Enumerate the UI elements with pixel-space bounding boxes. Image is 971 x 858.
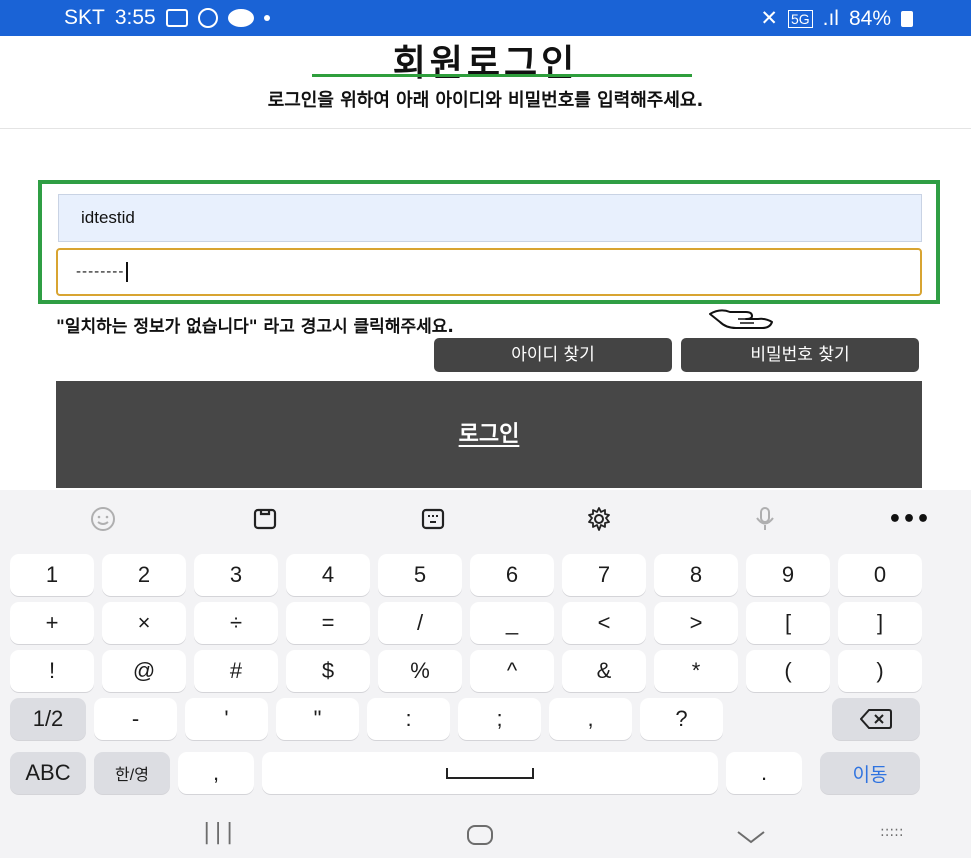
- signal-icon: .ıl: [822, 6, 839, 30]
- header-divider: [0, 128, 971, 129]
- keyboard-toolbar: •••: [0, 490, 971, 546]
- key-row4-3[interactable]: ": [276, 698, 359, 740]
- emoji-icon[interactable]: [86, 504, 120, 534]
- key-row3-9[interactable]: ): [838, 650, 922, 692]
- key-row1-2[interactable]: 3: [194, 554, 278, 596]
- image-icon: [165, 9, 188, 27]
- key-row1-5[interactable]: 6: [470, 554, 554, 596]
- find-id-button[interactable]: 아이디 찾기: [434, 338, 672, 372]
- warning-instruction: "일치하는 정보가 없습니다" 라고 경고시 클릭해주세요.: [56, 317, 454, 337]
- key-row3-0[interactable]: !: [10, 650, 94, 692]
- key-row3-4[interactable]: %: [378, 650, 462, 692]
- battery-label: 84%: [848, 6, 891, 30]
- keyboard-switch-icon[interactable]: :::::: [880, 824, 904, 840]
- home-icon[interactable]: [466, 824, 494, 846]
- password-input[interactable]: --------: [56, 248, 922, 296]
- key-row3-5[interactable]: ^: [470, 650, 554, 692]
- key-row3-2[interactable]: #: [194, 650, 278, 692]
- key-row3-6[interactable]: &: [562, 650, 646, 692]
- mic-icon[interactable]: [748, 504, 782, 534]
- on-screen-keyboard: ••• 1 2 3 4 5 6 7 8 9 0 + × ÷ = / _ < >[]! @ # $% ^ & *() - ' ":;,…: [0, 490, 971, 858]
- carrier-label: SKT: [64, 6, 105, 29]
- pointing-hand-icon: [709, 309, 773, 329]
- space-key[interactable]: [262, 752, 718, 794]
- backspace-icon: [860, 709, 892, 729]
- space-icon: [446, 768, 534, 779]
- clock: 3:55: [114, 6, 156, 29]
- backspace-key[interactable]: [832, 698, 920, 740]
- find-password-button[interactable]: 비밀번호 찾기: [681, 338, 919, 372]
- navigation-bar: ||| :::::: [0, 810, 971, 858]
- key-row3-1[interactable]: @: [102, 650, 186, 692]
- key-row4-4[interactable]: :: [367, 698, 450, 740]
- key-row3-3[interactable]: $: [286, 650, 370, 692]
- login-button[interactable]: 로그인: [56, 381, 922, 488]
- network-label: 5G: [787, 9, 813, 28]
- status-bar: SKT 3:55 ✕ 5G .ıl 84%: [0, 0, 971, 36]
- clipboard-icon[interactable]: [248, 504, 282, 534]
- page-subtitle: 로그인을 위하여 아래 아이디와 비밀번호를 입력해주세요.: [267, 90, 704, 111]
- comma-key[interactable]: ,: [178, 752, 254, 794]
- period-key[interactable]: .: [726, 752, 802, 794]
- key-row1-4[interactable]: 5: [378, 554, 462, 596]
- key-row4-5[interactable]: ;: [458, 698, 541, 740]
- key-row1-6[interactable]: 7: [562, 554, 646, 596]
- key-row1-7[interactable]: 8: [654, 554, 738, 596]
- key-row1-1[interactable]: 2: [102, 554, 186, 596]
- dot-icon: [263, 15, 270, 21]
- key-row4-7[interactable]: ?: [640, 698, 723, 740]
- key-row2-5[interactable]: _: [470, 602, 554, 644]
- key-row2-9[interactable]: ]: [838, 602, 922, 644]
- keyboard-mode-icon[interactable]: [416, 504, 450, 534]
- key-row1-0[interactable]: 1: [10, 554, 94, 596]
- key-row2-4[interactable]: /: [378, 602, 462, 644]
- key-row2-3[interactable]: =: [286, 602, 370, 644]
- key-row2-7[interactable]: >: [654, 602, 738, 644]
- text-cursor: [126, 262, 129, 282]
- settings-icon[interactable]: [582, 504, 616, 534]
- key-row2-8[interactable]: [: [746, 602, 830, 644]
- go-key[interactable]: 이동: [820, 752, 920, 794]
- password-value: --------: [76, 264, 125, 280]
- key-row3-8[interactable]: (: [746, 650, 830, 692]
- key-row4-2[interactable]: ': [185, 698, 268, 740]
- key-row4-1[interactable]: -: [94, 698, 177, 740]
- key-row2-2[interactable]: ÷: [194, 602, 278, 644]
- login-button-label: 로그인: [458, 422, 520, 447]
- key-row1-9[interactable]: 0: [838, 554, 922, 596]
- key-row1-8[interactable]: 9: [746, 554, 830, 596]
- abc-key[interactable]: ABC: [10, 752, 86, 794]
- battery-icon: [901, 10, 913, 27]
- recent-apps-icon[interactable]: |||: [203, 820, 237, 845]
- kakaotalk-icon: [227, 9, 254, 27]
- page-title: 회원로그인: [392, 43, 579, 84]
- language-toggle-key[interactable]: 한/영: [94, 752, 170, 794]
- user-id-input[interactable]: idtestid: [58, 194, 922, 242]
- title-underline: [312, 74, 692, 77]
- hide-keyboard-icon[interactable]: [736, 830, 766, 844]
- key-row2-0[interactable]: +: [10, 602, 94, 644]
- key-row4-6[interactable]: ,: [549, 698, 632, 740]
- key-row1-3[interactable]: 4: [286, 554, 370, 596]
- instagram-icon: [197, 8, 218, 28]
- key-row2-6[interactable]: <: [562, 602, 646, 644]
- mute-icon: ✕: [760, 7, 778, 30]
- more-icon[interactable]: •••: [888, 504, 930, 534]
- key-row3-7[interactable]: *: [654, 650, 738, 692]
- key-page-toggle[interactable]: 1/2: [10, 698, 86, 740]
- key-row2-1[interactable]: ×: [102, 602, 186, 644]
